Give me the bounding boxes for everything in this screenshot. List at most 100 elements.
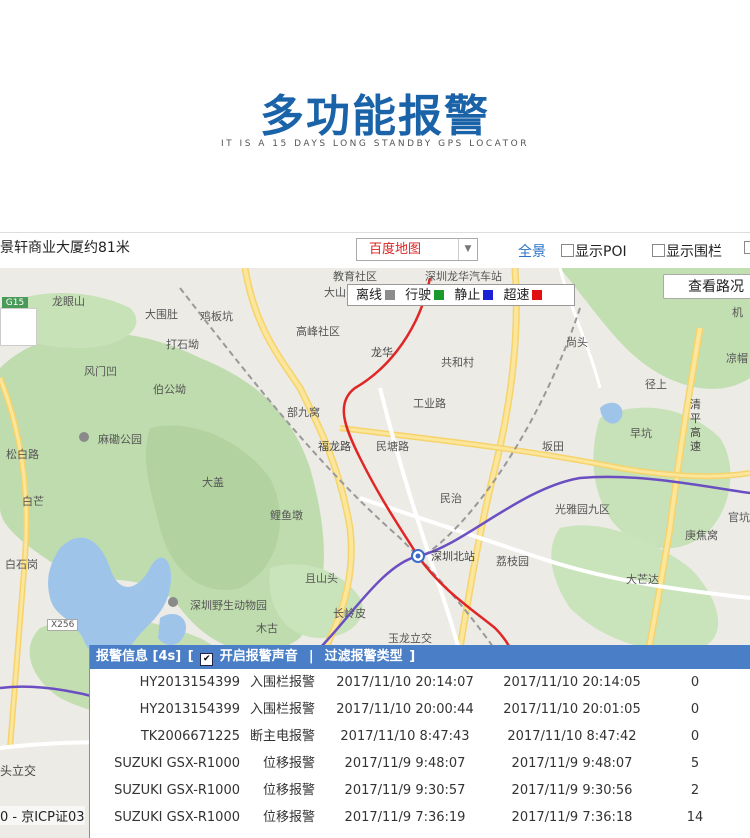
alarm-type-cell: 位移报警	[262, 756, 315, 771]
start-time-cell: 2017/11/10 20:14:07	[336, 675, 474, 690]
fence-label: 显示围栏	[666, 244, 722, 260]
map-label: 高峰社区	[296, 325, 340, 338]
start-time-cell: 2017/11/9 9:30:57	[344, 783, 466, 798]
filter-alarm-types-link[interactable]: 过滤报警类型	[325, 649, 403, 664]
start-time-cell: 2017/11/10 20:00:44	[336, 702, 474, 717]
map-label: 径上	[645, 378, 667, 391]
poi-checkbox[interactable]	[561, 244, 574, 257]
start-time-cell: 2017/11/9 7:36:19	[344, 810, 466, 825]
chevron-down-icon[interactable]: ▼	[458, 239, 477, 260]
legend-speeding-swatch	[532, 290, 543, 300]
map-label: 大芒达	[626, 573, 659, 586]
map-label: 清平高速	[690, 398, 701, 453]
end-time-cell: 2017/11/9 9:30:56	[511, 783, 633, 798]
alarm-type-cell: 入围栏报警	[249, 675, 315, 690]
end-time-cell: 2017/11/10 20:01:05	[503, 702, 641, 717]
extra-checkbox-box[interactable]	[744, 241, 750, 254]
start-time-cell: 2017/11/10 8:47:43	[340, 729, 470, 744]
sound-checkbox[interactable]: ✔	[200, 653, 214, 666]
map-label: 荔枝园	[496, 555, 529, 568]
open-bracket: [	[187, 649, 194, 664]
header-separator: |	[308, 649, 314, 664]
banner-subtitle: IT IS A 15 DAYS LONG STANDBY GPS LOCATOR	[221, 139, 529, 149]
end-time-cell: 2017/11/9 7:36:18	[511, 810, 633, 825]
map-label: 白石岗	[5, 558, 38, 571]
alarm-type-cell: 位移报警	[262, 783, 315, 798]
alarm-panel: 报警信息 [4s] [ ✔ 开启报警声音 | 过滤报警类型 ] HY201315…	[89, 645, 750, 838]
map-label: 麻磡公园	[98, 433, 142, 446]
address-label: 景轩商业大厦约81米	[0, 240, 130, 256]
table-row[interactable]: HY2013154399 入围栏报警 2017/11/10 20:00:44 2…	[90, 696, 750, 723]
map-label: 教育社区	[333, 270, 377, 283]
table-row[interactable]: SUZUKI GSX-R1000 位移报警 2017/11/9 7:36:19 …	[90, 804, 750, 831]
map-label: 庚焦窝	[685, 529, 718, 542]
map-label: 共和村	[441, 356, 474, 369]
icp-notice: 0 - 京ICP证03	[0, 806, 85, 825]
map-label: 福龙路	[318, 440, 351, 453]
device-cell: SUZUKI GSX-R1000	[114, 783, 240, 798]
map-label: 光雅园九区	[555, 503, 610, 516]
map-label: 大山	[324, 286, 346, 299]
device-cell: HY2013154399	[139, 702, 240, 717]
count-cell: 2	[690, 783, 700, 798]
alarm-panel-title: 报警信息 [4s]	[96, 649, 182, 664]
view-traffic-button[interactable]: 查看路况	[663, 274, 750, 299]
map-label: 坂田	[542, 440, 564, 453]
banner-header: 多功能报警 IT IS A 15 DAYS LONG STANDBY GPS L…	[0, 0, 750, 232]
alarm-panel-header: 报警信息 [4s] [ ✔ 开启报警声音 | 过滤报警类型 ]	[90, 645, 750, 669]
map-label: 白芒	[22, 495, 44, 508]
map-label: 伯公坳	[153, 383, 186, 396]
extra-checkbox[interactable]	[744, 241, 750, 257]
count-cell: 0	[690, 702, 700, 717]
map-label: 工业路	[413, 397, 446, 410]
legend-driving-swatch	[434, 290, 445, 300]
map-label: 玉龙立交	[388, 632, 432, 645]
count-cell: 5	[690, 756, 700, 771]
map-label: 民塘路	[376, 440, 409, 453]
table-row[interactable]: TK2006671225 断主电报警 2017/11/10 8:47:43 20…	[90, 723, 750, 750]
banner-title: 多功能报警	[260, 91, 490, 142]
table-row[interactable]: SUZUKI GSX-R1000 位移报警 2017/11/9 9:30:57 …	[90, 777, 750, 804]
legend-offline-swatch	[385, 290, 396, 300]
device-cell: TK2006671225	[140, 729, 240, 744]
alarm-type-cell: 入围栏报警	[249, 702, 315, 717]
open-sound-label[interactable]: 开启报警声音	[220, 649, 298, 664]
show-poi-toggle[interactable]: 显示POI	[561, 241, 627, 261]
map-label: 松白路	[6, 448, 39, 461]
device-cell: SUZUKI GSX-R1000	[114, 810, 240, 825]
full-view-link[interactable]: 全景	[518, 241, 546, 261]
map-label: 大盖	[202, 476, 224, 489]
legend-offline-label: 离线	[356, 288, 383, 303]
table-row[interactable]: HY2013154399 入围栏报警 2017/11/10 20:14:07 2…	[90, 669, 750, 696]
device-cell: HY2013154399	[139, 675, 240, 690]
map-toolbar: 景轩商业大厦约81米 百度地图 ▼ 全景 显示POI 显示围栏	[0, 232, 750, 269]
legend-driving-label: 行驶	[405, 288, 432, 303]
map-label: 大围肚	[145, 308, 178, 321]
map-label: 官坑	[728, 511, 750, 524]
legend-speeding-label: 超速	[503, 288, 530, 303]
map-label: 且山头	[305, 572, 338, 585]
map-label: 机	[732, 306, 743, 319]
map-label: 头立交	[0, 764, 37, 778]
table-row[interactable]: SUZUKI GSX-R1000 位移报警 2017/11/9 9:48:07 …	[90, 750, 750, 777]
alarm-type-cell: 位移报警	[262, 810, 315, 825]
map-control-box[interactable]	[0, 308, 37, 346]
fence-checkbox[interactable]	[652, 244, 665, 257]
map-label: 凉帽	[726, 352, 748, 365]
show-fence-toggle[interactable]: 显示围栏	[652, 241, 722, 261]
map-label: 龙眼山	[52, 295, 85, 308]
map-label: 民治	[440, 492, 462, 505]
end-time-cell: 2017/11/10 20:14:05	[503, 675, 641, 690]
map-label: 深圳龙华汽车站	[425, 270, 502, 283]
map-type-select[interactable]: 百度地图 ▼	[356, 238, 478, 261]
map-label: 龙华	[371, 346, 393, 359]
status-legend: 离线 行驶 静止 超速	[347, 284, 575, 306]
map-label: 木古	[256, 622, 278, 635]
end-time-cell: 2017/11/10 8:47:42	[507, 729, 637, 744]
road-badge: X256	[47, 619, 79, 631]
map-label: 部九窝	[287, 406, 320, 419]
map-label: 打石坳	[166, 338, 199, 351]
map-label: 风门凹	[84, 365, 117, 378]
legend-stopped-swatch	[483, 290, 494, 300]
map-label: 鲤鱼墩	[270, 509, 303, 522]
